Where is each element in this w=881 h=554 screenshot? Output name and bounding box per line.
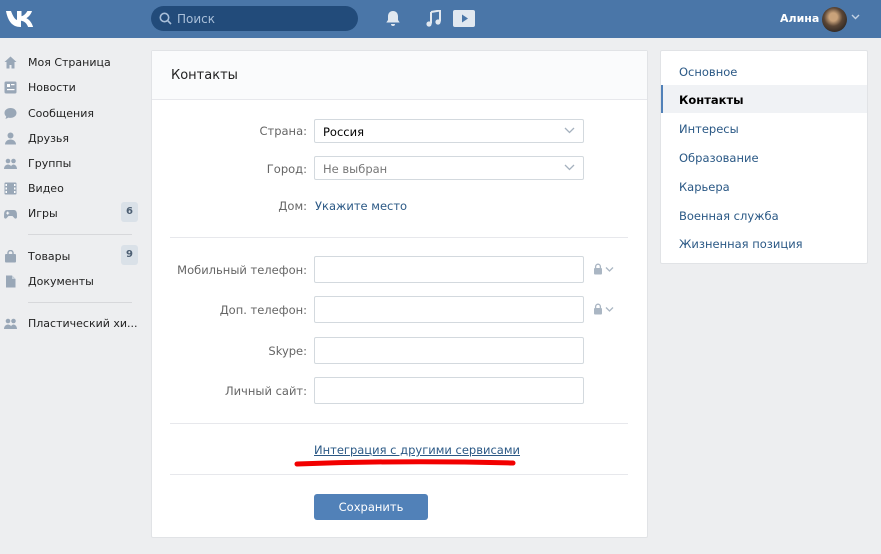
nav-item-label: Группы xyxy=(28,157,72,170)
nav-item-label: Сообщения xyxy=(28,107,95,120)
video-icon xyxy=(4,182,17,195)
mobile-phone-input[interactable] xyxy=(314,256,584,283)
extra-phone-label: Доп. телефон: xyxy=(219,303,307,317)
menu-item-basic[interactable]: Основное xyxy=(661,57,867,85)
market-icon xyxy=(5,250,16,263)
nav-item-video[interactable]: Видео xyxy=(0,177,140,201)
menu-item-military[interactable]: Военная служба xyxy=(661,201,867,229)
integration-services-link[interactable]: Интеграция с другими сервисами xyxy=(314,443,520,457)
save-button[interactable]: Сохранить xyxy=(314,494,428,520)
contacts-card: Контакты Страна: Россия Город: Не выбран… xyxy=(151,50,648,538)
video-player-icon[interactable] xyxy=(453,9,475,28)
settings-menu: Основное Контакты Интересы Образование К… xyxy=(660,50,868,264)
nav-item-documents[interactable]: Документы xyxy=(0,270,140,294)
nav-item-label: Друзья xyxy=(28,132,70,145)
site-input[interactable] xyxy=(314,377,584,404)
vk-logo-icon[interactable] xyxy=(5,10,35,28)
search-box[interactable] xyxy=(151,6,358,31)
nav-item-label: Игры xyxy=(28,207,58,220)
skype-input[interactable] xyxy=(314,337,584,364)
privacy-lock-icon[interactable] xyxy=(593,263,615,275)
page-title: Контакты xyxy=(171,68,238,83)
city-select[interactable]: Не выбран xyxy=(314,156,584,180)
section-divider xyxy=(170,423,628,424)
nav-item-friends[interactable]: Друзья xyxy=(0,127,140,151)
menu-item-education[interactable]: Образование xyxy=(661,143,867,171)
user-name[interactable]: Алина xyxy=(780,12,819,25)
nav-item-messages[interactable]: Сообщения xyxy=(0,102,140,126)
menu-item-label: Военная служба xyxy=(679,209,779,223)
nav-item-market[interactable]: Товары 9 xyxy=(0,245,140,269)
menu-item-interests[interactable]: Интересы xyxy=(661,114,867,142)
notifications-bell-icon[interactable] xyxy=(385,10,401,27)
music-icon[interactable] xyxy=(426,10,441,27)
menu-item-label: Основное xyxy=(679,65,738,79)
red-annotation-underline xyxy=(294,459,516,467)
news-icon xyxy=(4,81,17,94)
search-input[interactable] xyxy=(177,6,352,31)
nav-item-games[interactable]: Игры 6 xyxy=(0,202,140,226)
country-select[interactable]: Россия xyxy=(314,119,584,143)
menu-item-career[interactable]: Карьера xyxy=(661,172,867,200)
messages-icon xyxy=(4,108,17,119)
chevron-down-icon[interactable] xyxy=(851,14,860,20)
home-label: Дом: xyxy=(278,199,307,213)
top-header: Алина xyxy=(0,0,881,38)
search-icon xyxy=(159,12,172,25)
games-icon xyxy=(4,210,17,219)
nav-item-news[interactable]: Новости xyxy=(0,76,140,100)
country-label: Страна: xyxy=(259,124,307,138)
nav-item-groups[interactable]: Группы xyxy=(0,152,140,176)
extra-phone-input[interactable] xyxy=(314,296,584,323)
group-icon xyxy=(4,318,17,329)
nav-count-badge: 9 xyxy=(121,245,138,265)
skype-label: Skype: xyxy=(268,344,307,358)
home-place-link[interactable]: Укажите место xyxy=(315,199,407,213)
avatar[interactable] xyxy=(822,7,847,32)
nav-item-label: Товары xyxy=(28,250,71,263)
country-value: Россия xyxy=(323,125,365,139)
menu-item-label: Интересы xyxy=(679,122,739,136)
nav-item-label: Новости xyxy=(28,81,76,94)
home-icon xyxy=(4,56,17,69)
menu-item-label: Жизненная позиция xyxy=(679,237,803,251)
nav-item-group-plastic[interactable]: Пластический хи... xyxy=(0,312,140,336)
friends-icon xyxy=(5,132,16,145)
nav-separator xyxy=(28,302,132,303)
nav-item-label: Пластический хи... xyxy=(28,317,138,330)
mobile-phone-label: Мобильный телефон: xyxy=(177,263,307,277)
groups-icon xyxy=(4,158,17,169)
city-value: Не выбран xyxy=(323,162,388,176)
nav-item-label: Документы xyxy=(28,275,94,288)
card-header: Контакты xyxy=(152,51,647,100)
chevron-down-icon xyxy=(564,127,575,134)
menu-item-label: Образование xyxy=(679,151,759,165)
menu-item-life-position[interactable]: Жизненная позиция xyxy=(661,229,867,257)
documents-icon xyxy=(6,275,16,288)
section-divider xyxy=(170,474,628,475)
nav-item-my-page[interactable]: Моя Страница xyxy=(0,51,140,75)
nav-count-badge: 6 xyxy=(121,202,138,222)
city-label: Город: xyxy=(266,162,307,176)
menu-item-label: Карьера xyxy=(679,180,730,194)
nav-item-label: Моя Страница xyxy=(28,56,111,69)
menu-item-contacts[interactable]: Контакты xyxy=(661,85,867,113)
section-divider xyxy=(170,237,628,238)
privacy-lock-icon[interactable] xyxy=(593,303,615,315)
menu-item-label: Контакты xyxy=(679,93,744,107)
nav-item-label: Видео xyxy=(28,182,64,195)
chevron-down-icon xyxy=(564,164,575,171)
site-label: Личный сайт: xyxy=(224,384,307,398)
nav-separator xyxy=(28,234,132,235)
